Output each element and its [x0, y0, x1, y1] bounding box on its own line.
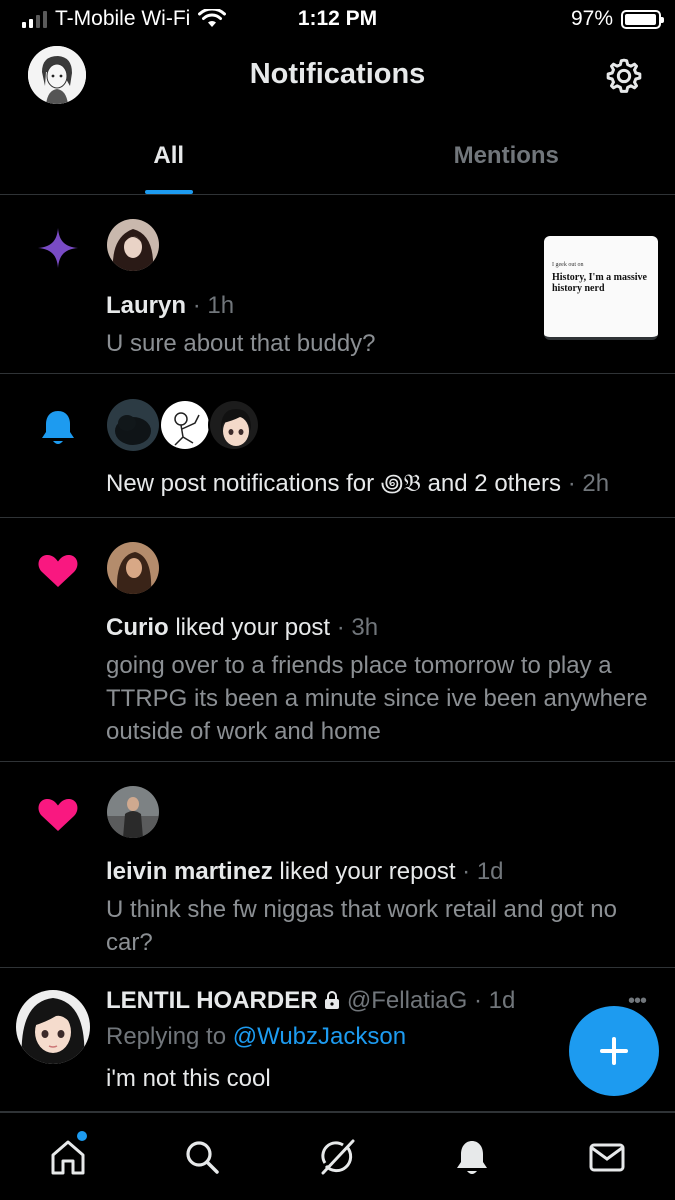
- notification-item[interactable]: Curio liked your post · 3h going over to…: [0, 518, 675, 762]
- home-unread-dot: [77, 1131, 87, 1141]
- avatar[interactable]: [208, 399, 260, 451]
- timestamp: · 3h: [330, 614, 379, 641]
- user-name[interactable]: leivin martinez: [106, 858, 273, 885]
- avatar[interactable]: [107, 786, 159, 838]
- status-bar: T-Mobile Wi-Fi 1:12 PM 97%: [0, 0, 675, 38]
- post-text: going over to a friends place tomorrow t…: [106, 652, 648, 745]
- user-name[interactable]: Curio: [106, 614, 169, 641]
- timestamp: · 2h: [567, 470, 610, 497]
- tab-mentions-label: Mentions: [453, 142, 559, 169]
- preview-caption: I geek out on: [552, 262, 584, 268]
- timestamp: · 1d: [473, 987, 516, 1014]
- compose-button[interactable]: [569, 1006, 659, 1096]
- lock-icon: [325, 991, 340, 1009]
- post-text: i'm not this cool: [106, 1065, 271, 1092]
- home-icon[interactable]: [48, 1137, 88, 1177]
- tab-all-label: All: [153, 142, 185, 169]
- tab-all[interactable]: All: [0, 120, 338, 194]
- avatar[interactable]: [107, 399, 159, 451]
- notification-action: liked your post: [168, 614, 331, 641]
- timestamp: · 1d: [455, 858, 504, 885]
- post-text: U sure about that buddy?: [106, 330, 376, 357]
- avatar[interactable]: [107, 219, 159, 271]
- replying-label: Replying to: [106, 1023, 233, 1050]
- battery-icon: [621, 9, 664, 29]
- avatar[interactable]: [16, 990, 90, 1064]
- grok-icon[interactable]: [317, 1137, 357, 1177]
- notification-text: New post notifications for ꩜𝔅 and 2 othe…: [106, 470, 562, 497]
- user-name[interactable]: LENTIL HOARDER: [106, 987, 318, 1014]
- heart-icon: [38, 798, 78, 831]
- bell-icon: [42, 411, 74, 444]
- sparkle-icon: [38, 228, 78, 268]
- tab-active-indicator: [144, 190, 193, 194]
- user-name[interactable]: Lauryn: [106, 292, 186, 319]
- tab-bar: All Mentions: [0, 120, 675, 195]
- user-handle[interactable]: @FellatiaG: [347, 987, 467, 1014]
- preview-headline: History, I'm a massive history nerd: [552, 272, 647, 294]
- header: Notifications: [0, 40, 675, 112]
- post-text: U think she fw niggas that work retail a…: [106, 896, 617, 956]
- reply-mention-link[interactable]: @WubzJackson: [233, 1023, 406, 1050]
- page-title: Notifications: [249, 58, 426, 90]
- timestamp: · 1h: [192, 292, 235, 319]
- notification-item[interactable]: leivin martinez liked your repost · 1d U…: [0, 762, 675, 968]
- messages-icon[interactable]: [587, 1137, 627, 1177]
- battery-percent: 97%: [570, 7, 613, 30]
- tab-mentions[interactable]: Mentions: [338, 120, 675, 194]
- notification-action: liked your repost: [272, 858, 456, 885]
- notifications-icon[interactable]: [452, 1137, 492, 1177]
- notification-item[interactable]: New post notifications for ꩜𝔅 and 2 othe…: [0, 374, 675, 518]
- avatar[interactable]: [107, 542, 159, 594]
- heart-icon: [38, 554, 78, 587]
- gear-icon[interactable]: [604, 56, 644, 96]
- bottom-nav: [0, 1112, 675, 1200]
- search-icon[interactable]: [182, 1137, 222, 1177]
- battery-fill: [625, 13, 657, 25]
- profile-preview-card[interactable]: I geek out on History, I'm a massive his…: [544, 236, 658, 340]
- status-right: 97%: [570, 7, 664, 31]
- avatar[interactable]: [159, 399, 211, 451]
